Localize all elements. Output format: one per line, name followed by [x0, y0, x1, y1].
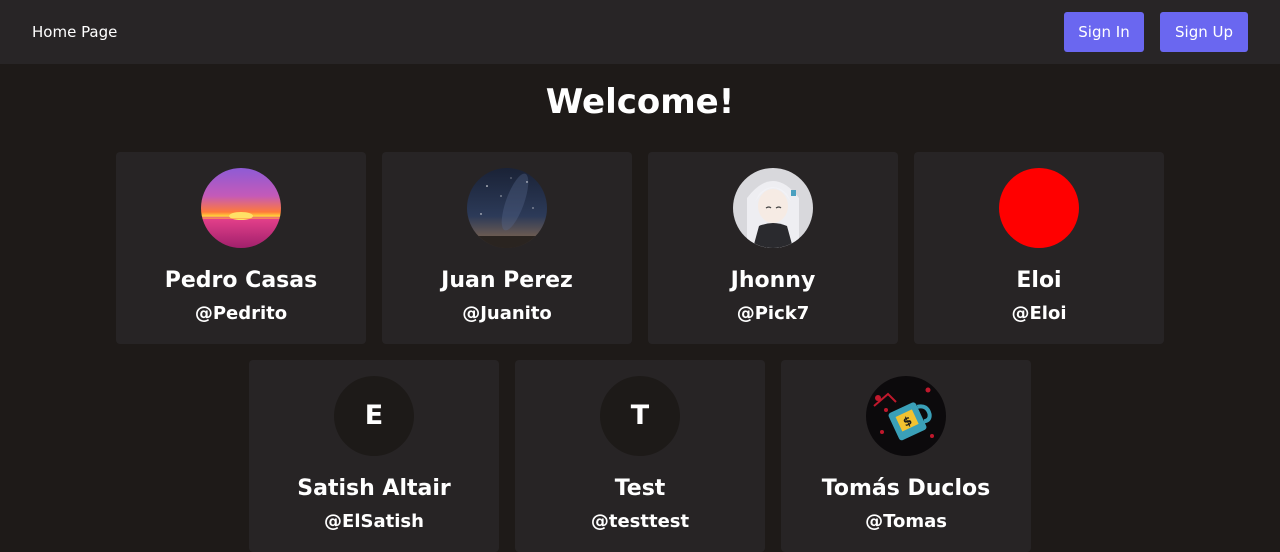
user-name: Juan Perez [441, 268, 573, 293]
avatar-anime-image [733, 168, 813, 248]
user-name: Pedro Casas [164, 268, 318, 293]
user-handle: @Pedrito [194, 303, 288, 324]
user-card-pedrito[interactable]: Pedro Casas @Pedrito [116, 152, 366, 344]
user-card-elsatish[interactable]: E Satish Altair @ElSatish [249, 360, 499, 552]
user-handle: @ElSatish [324, 511, 424, 532]
home-page-link[interactable]: Home Page [32, 22, 117, 42]
sign-up-button[interactable]: Sign Up [1160, 12, 1248, 52]
user-handle: @Pick7 [736, 303, 810, 324]
navbar: Home Page Sign In Sign Up [0, 0, 1280, 64]
avatar-initial: T [600, 376, 680, 456]
night-sky-image [467, 168, 547, 248]
sunset-image [201, 168, 281, 248]
user-card-pick7[interactable]: Jhonny @Pick7 [648, 152, 898, 344]
red-avatar-image [999, 168, 1079, 248]
user-handle: @Juanito [462, 303, 552, 324]
user-name: Tomás Duclos [821, 476, 991, 501]
user-handle: @Tomas [865, 511, 947, 532]
page-title: Welcome! [545, 82, 735, 122]
user-handle: @Eloi [1011, 303, 1067, 324]
user-card-eloi[interactable]: Eloi @Eloi [914, 152, 1164, 344]
user-name: Eloi [1016, 268, 1062, 293]
user-name: Jhonny [730, 268, 816, 293]
user-card-tomas[interactable]: $ Tomás Duclos @Tomas [781, 360, 1031, 552]
avatar-night-sky-image [467, 168, 547, 248]
user-name: Satish Altair [297, 476, 451, 501]
user-card-juanito[interactable]: Juan Perez @Juanito [382, 152, 632, 344]
user-card-testtest[interactable]: T Test @testtest [515, 360, 765, 552]
anime-character-image [733, 168, 813, 248]
avatar-sunset-image [201, 168, 281, 248]
sign-in-button[interactable]: Sign In [1064, 12, 1144, 52]
user-name: Test [614, 476, 666, 501]
avatar-red-circle [999, 168, 1079, 248]
user-handle: @testtest [590, 511, 690, 532]
avatar-initial: E [334, 376, 414, 456]
mug-illustration-image: $ [866, 376, 946, 456]
avatar-mug-image: $ [866, 376, 946, 456]
